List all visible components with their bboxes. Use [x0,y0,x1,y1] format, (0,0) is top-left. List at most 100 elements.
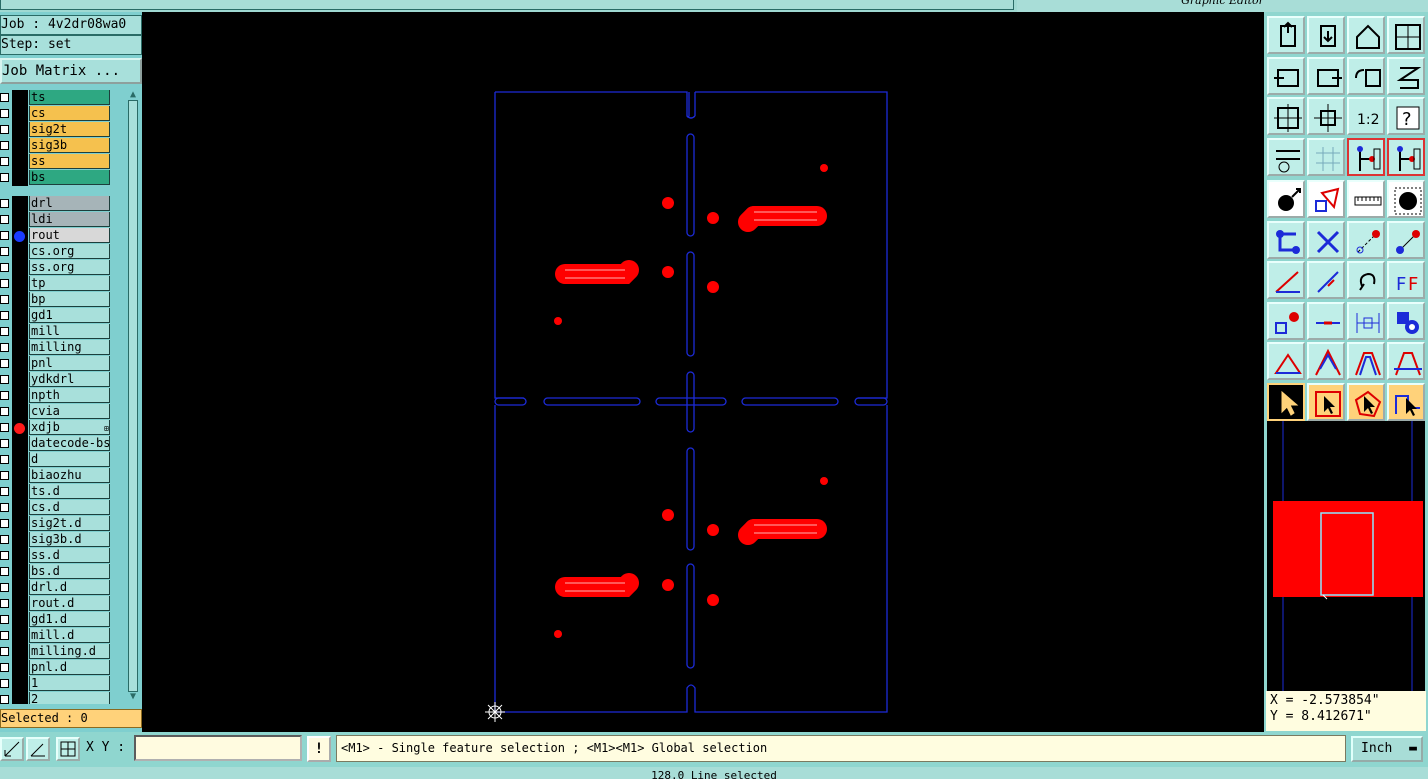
layer-name[interactable]: ts.d [29,484,110,499]
slash-line-button[interactable] [1307,261,1345,299]
angle-snap-icon[interactable] [26,737,50,761]
layer-status-cell[interactable] [12,212,28,228]
units-select[interactable]: Inch ▬ [1351,736,1423,762]
layer-status-cell[interactable] [12,548,28,564]
layer-row-ts[interactable]: ts [0,90,118,106]
layer-name[interactable]: ss [29,154,110,169]
layer-status-cell[interactable] [12,260,28,276]
layer-row-datecode-bs[interactable]: datecode-bs [0,436,118,452]
layer-status-cell[interactable] [12,580,28,596]
layer-row-drl.d[interactable]: drl.d [0,580,118,596]
layer-status-cell[interactable] [12,106,28,122]
layer-checkbox[interactable] [0,199,9,208]
layer-row-d[interactable]: d [0,452,118,468]
layer-name[interactable]: 1 [29,676,110,691]
layer-name[interactable]: sig2t.d [29,516,110,531]
arc-line-alt-button[interactable] [1347,342,1385,380]
layer-row-mill.d[interactable]: mill.d [0,628,118,644]
layer-name[interactable]: xdjb [29,420,110,435]
layer-checkbox[interactable] [0,295,9,304]
layer-name[interactable]: sig3b [29,138,110,153]
zoom-window-button[interactable] [1387,16,1425,54]
connect-nodes-button[interactable] [1267,220,1305,259]
layer-name[interactable]: datecode-bs [29,436,110,451]
layer-checkbox[interactable] [0,631,9,640]
layer-name[interactable]: bp [29,292,110,307]
home-view-button[interactable] [1347,16,1385,54]
layer-name[interactable]: cvia [29,404,110,419]
line-segment-button[interactable] [1307,301,1345,340]
layer-checkbox[interactable] [0,695,9,704]
dimension-button[interactable] [1347,301,1385,340]
layer-row-npth[interactable]: npth [0,388,118,404]
snap-net-button[interactable] [1347,137,1385,176]
fit-all-button[interactable] [1267,97,1305,135]
layer-checkbox[interactable] [0,375,9,384]
layer-name[interactable]: ss.org [29,260,110,275]
layer-checkbox[interactable] [0,215,9,224]
layer-status-cell[interactable] [12,500,28,516]
layer-status-cell[interactable] [12,356,28,372]
layer-name[interactable]: mill.d [29,628,110,643]
layer-name[interactable]: bs.d [29,564,110,579]
layer-row-cs.d[interactable]: cs.d [0,500,118,516]
layer-status-cell[interactable] [12,292,28,308]
layer-row-xdjb[interactable]: xdjb ⊞ [0,420,118,436]
layer-row-ydkdrl[interactable]: ydkdrl [0,372,118,388]
scroll-up-icon[interactable]: ▲ [128,90,138,100]
layer-name[interactable]: cs [29,106,110,121]
job-matrix-button[interactable]: Job Matrix ... [0,58,142,84]
layer-status-cell[interactable] [12,122,28,138]
layer-row-pnl.d[interactable]: pnl.d [0,660,118,676]
move-point-alt-button[interactable] [1387,220,1425,259]
layer-status-cell[interactable] [12,196,28,212]
layer-status-cell[interactable] [12,308,28,324]
fit-profile-button[interactable] [1307,97,1345,135]
layer-affected-icon[interactable] [14,423,25,434]
measure-button[interactable] [1347,180,1385,218]
layer-row-mill[interactable]: mill [0,324,118,340]
select-polygon-button[interactable] [1347,382,1385,421]
layer-status-cell[interactable] [12,244,28,260]
angle-line-button[interactable] [1267,261,1305,299]
layer-row-sig2t.d[interactable]: sig2t.d [0,516,118,532]
upload-tool-button[interactable] [1267,16,1305,54]
layer-name[interactable]: mill [29,324,110,339]
layer-name[interactable]: drl [29,196,110,211]
layer-row-sig3b[interactable]: sig3b [0,138,118,154]
preferences-button[interactable] [1267,137,1305,176]
pad-shapes-button[interactable] [1387,301,1425,340]
layer-status-cell[interactable] [12,468,28,484]
zoom-1to2-button[interactable]: 1:2 [1347,97,1385,135]
layer-status-cell[interactable] [12,484,28,500]
layer-name[interactable]: rout.d [29,596,110,611]
layer-status-cell[interactable] [12,532,28,548]
layer-row-ss.org[interactable]: ss.org [0,260,118,276]
layer-row-bs.d[interactable]: bs.d [0,564,118,580]
layer-row-ts.d[interactable]: ts.d [0,484,118,500]
layer-checkbox[interactable] [0,125,9,134]
arc-line-cross-button[interactable] [1387,342,1425,380]
layer-checkbox[interactable] [0,567,9,576]
select-route-button[interactable] [1387,382,1425,421]
layer-row-cs.org[interactable]: cs.org [0,244,118,260]
layer-status-cell[interactable] [12,564,28,580]
layer-status-cell[interactable] [12,90,28,106]
layer-checkbox[interactable] [0,455,9,464]
layer-row-rout.d[interactable]: rout.d [0,596,118,612]
layer-name[interactable]: d [29,452,110,467]
layer-name[interactable]: ldi [29,212,110,227]
pan-right-button[interactable] [1307,56,1345,95]
layer-checkbox[interactable] [0,663,9,672]
layer-name[interactable]: bs [29,170,110,185]
download-tool-button[interactable] [1307,16,1345,54]
layer-checkbox[interactable] [0,647,9,656]
layer-checkbox[interactable] [0,599,9,608]
layer-status-cell[interactable] [12,612,28,628]
layer-row-1[interactable]: 1 [0,676,118,692]
layer-checkbox[interactable] [0,279,9,288]
layer-status-cell[interactable] [12,596,28,612]
layer-row-cvia[interactable]: cvia [0,404,118,420]
layer-row-rout[interactable]: rout [0,228,118,244]
layer-checkbox[interactable] [0,407,9,416]
